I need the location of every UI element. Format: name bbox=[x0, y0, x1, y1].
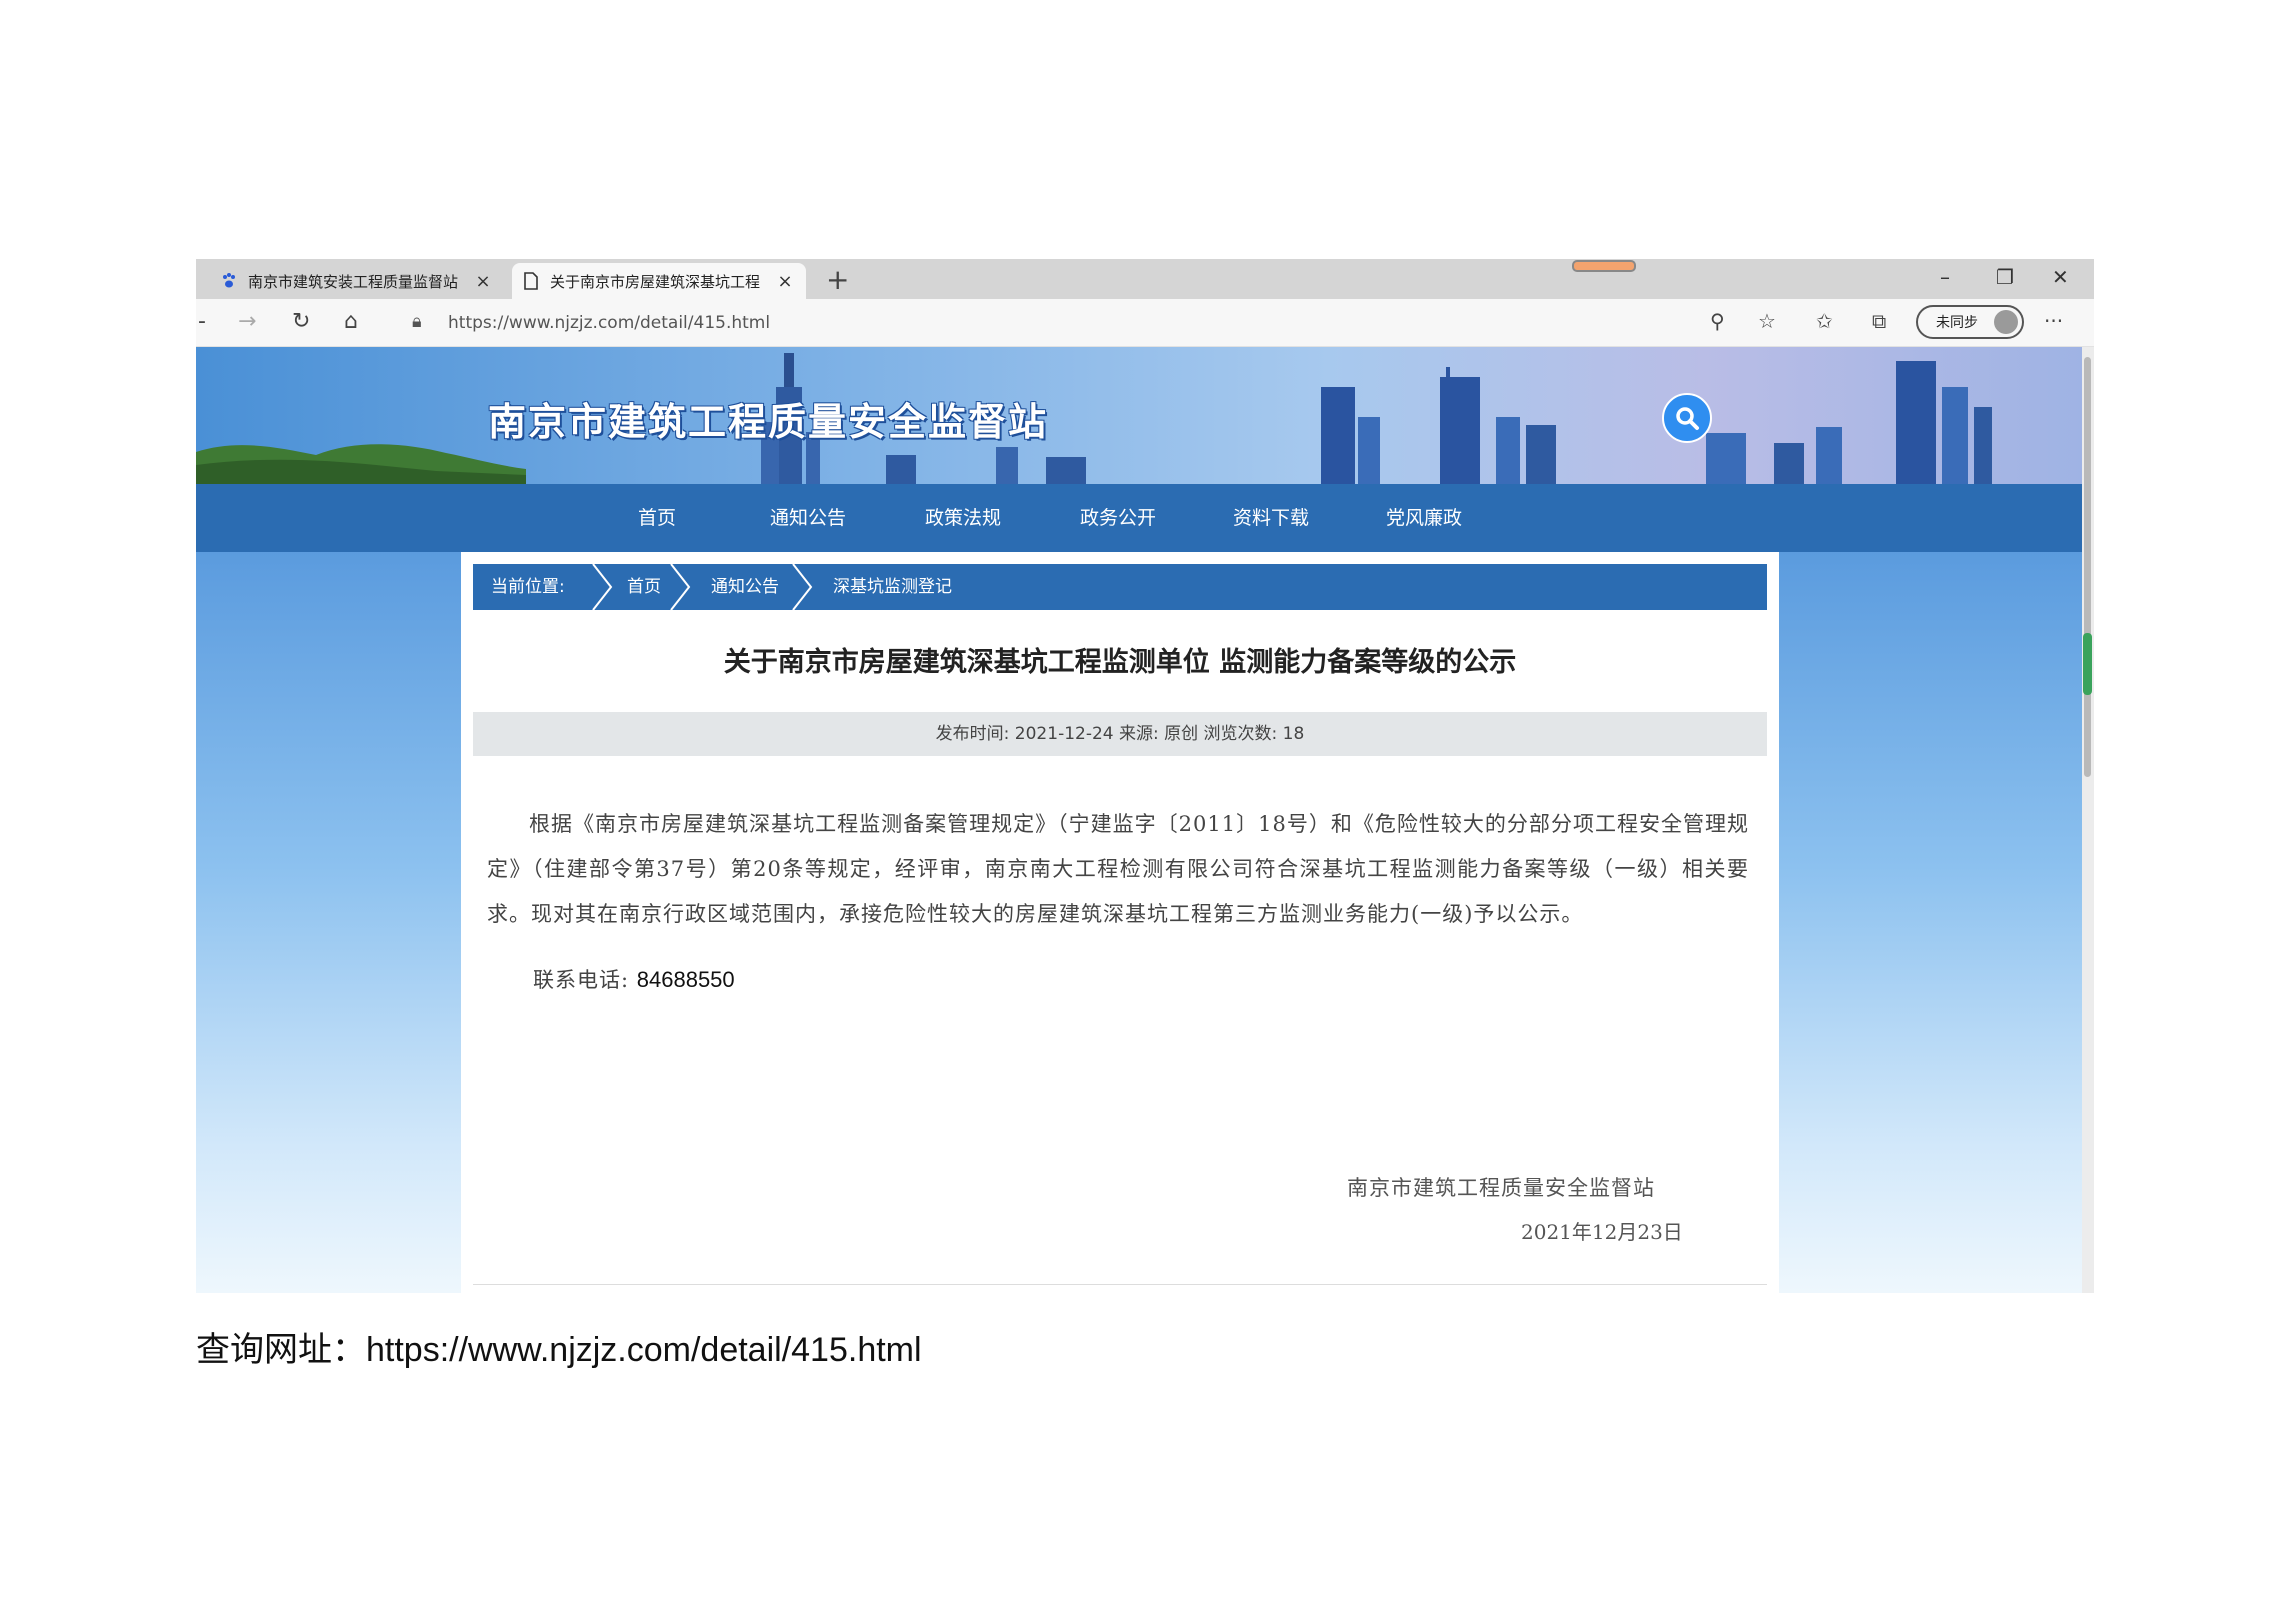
close-tab-icon[interactable]: × bbox=[472, 271, 494, 292]
breadcrumb-label: 当前位置: bbox=[491, 577, 565, 597]
breadcrumb: 当前位置: 首页 通知公告 深基坑监测登记 bbox=[473, 564, 1767, 610]
paw-icon bbox=[220, 272, 238, 290]
browser-window: 南京市建筑安装工程质量监督站 × 关于南京市房屋建筑深基坑工程 × + – ❐ … bbox=[196, 259, 2094, 1293]
breadcrumb-separators bbox=[592, 564, 813, 610]
restore-icon[interactable]: ❐ bbox=[1996, 265, 2014, 289]
tab-active[interactable]: 关于南京市房屋建筑深基坑工程 × bbox=[512, 263, 806, 299]
search-icon[interactable] bbox=[1662, 393, 1712, 443]
page-viewport: 南京市建筑工程质量安全监督站 首页 通知公告 政策法规 政务公开 资料下载 党风… bbox=[196, 347, 2082, 1293]
tab-bar: 南京市建筑安装工程质量监督站 × 关于南京市房屋建筑深基坑工程 × + – ❐ … bbox=[196, 259, 2094, 299]
close-window-icon[interactable]: ✕ bbox=[2052, 265, 2069, 289]
skyline-illustration bbox=[196, 353, 1992, 484]
contact-line: 联系电话: 84688550 bbox=[533, 964, 735, 994]
nav-item-government[interactable]: 政务公开 bbox=[1080, 484, 1156, 552]
site-title[interactable]: 南京市建筑工程质量安全监督站 bbox=[488, 391, 1048, 446]
caption-label: 查询网址： bbox=[196, 1330, 366, 1370]
main-nav: 首页 通知公告 政策法规 政务公开 资料下载 党风廉政 bbox=[196, 484, 2082, 552]
article-body: 根据《南京市房屋建筑深基坑工程监测备案管理规定》（宁建监字〔2011〕18号）和… bbox=[487, 802, 1749, 937]
article-meta: 发布时间: 2021-12-24 来源: 原创 浏览次数: 18 bbox=[473, 712, 1767, 756]
tab-title: 关于南京市房屋建筑深基坑工程 bbox=[550, 272, 761, 291]
address-bar: - → ↻ ⌂ 🔒︎ https://www.njzjz.com/detail/… bbox=[196, 299, 2094, 347]
tab-inactive[interactable]: 南京市建筑安装工程质量监督站 × bbox=[210, 263, 504, 299]
back-icon[interactable]: - bbox=[198, 309, 206, 334]
lock-icon[interactable]: 🔒︎ bbox=[412, 311, 422, 332]
collections-icon[interactable]: ⧉ bbox=[1872, 309, 1886, 333]
sync-label: 未同步 bbox=[1936, 315, 1978, 331]
scrollbar[interactable] bbox=[2082, 347, 2094, 1293]
signature-date: 2021年12月23日 bbox=[1521, 1220, 1683, 1244]
new-tab-icon[interactable]: + bbox=[826, 265, 849, 295]
breadcrumb-home[interactable]: 首页 bbox=[627, 564, 661, 610]
zoom-icon[interactable]: ⚲ bbox=[1710, 309, 1725, 333]
scroll-indicator bbox=[2083, 633, 2092, 695]
divider bbox=[473, 1284, 1767, 1285]
breadcrumb-current[interactable]: 深基坑监测登记 bbox=[833, 564, 952, 610]
contact-label: 联系电话: bbox=[533, 968, 637, 992]
page-icon bbox=[522, 272, 540, 290]
nav-item-integrity[interactable]: 党风廉政 bbox=[1386, 484, 1462, 552]
tab-title: 南京市建筑安装工程质量监督站 bbox=[248, 272, 459, 291]
site-banner: 南京市建筑工程质量安全监督站 bbox=[196, 347, 2082, 484]
close-tab-icon[interactable]: × bbox=[774, 271, 796, 292]
more-icon[interactable]: ··· bbox=[2044, 309, 2063, 333]
caption-url: https://www.njzjz.com/detail/415.html bbox=[366, 1331, 922, 1369]
avatar bbox=[1994, 310, 2018, 334]
minimize-icon[interactable]: – bbox=[1940, 265, 1950, 289]
url-field[interactable]: https://www.njzjz.com/detail/415.html bbox=[448, 313, 770, 333]
article-title: 关于南京市房屋建筑深基坑工程监测单位 监测能力备案等级的公示 bbox=[723, 647, 1517, 678]
breadcrumb-notices[interactable]: 通知公告 bbox=[711, 564, 779, 610]
home-icon[interactable]: ⌂ bbox=[344, 309, 358, 334]
nav-item-downloads[interactable]: 资料下载 bbox=[1233, 484, 1309, 552]
article-paragraph: 根据《南京市房屋建筑深基坑工程监测备案管理规定》（宁建监字〔2011〕18号）和… bbox=[487, 812, 1749, 926]
scrollbar-thumb[interactable] bbox=[2084, 357, 2091, 777]
article-panel: 当前位置: 首页 通知公告 深基坑监测登记 关于南京市房屋建筑深基坑工程监测单位… bbox=[461, 552, 1779, 1293]
refresh-icon[interactable]: ↻ bbox=[292, 309, 310, 334]
nav-item-policies[interactable]: 政策法规 bbox=[925, 484, 1001, 552]
window-grip-handle[interactable] bbox=[1572, 260, 1636, 272]
nav-item-notices[interactable]: 通知公告 bbox=[770, 484, 846, 552]
sync-button[interactable]: 未同步 bbox=[1916, 305, 2024, 339]
add-favorite-icon[interactable]: ☆ bbox=[1758, 309, 1776, 333]
nav-item-home[interactable]: 首页 bbox=[638, 484, 676, 552]
forward-icon[interactable]: → bbox=[238, 309, 256, 334]
favorites-icon[interactable]: ✩ bbox=[1816, 309, 1833, 333]
signature: 南京市建筑工程质量安全监督站 bbox=[1347, 1176, 1655, 1200]
contact-number: 84688550 bbox=[636, 967, 735, 992]
caption: 查询网址：https://www.njzjz.com/detail/415.ht… bbox=[196, 1322, 922, 1371]
